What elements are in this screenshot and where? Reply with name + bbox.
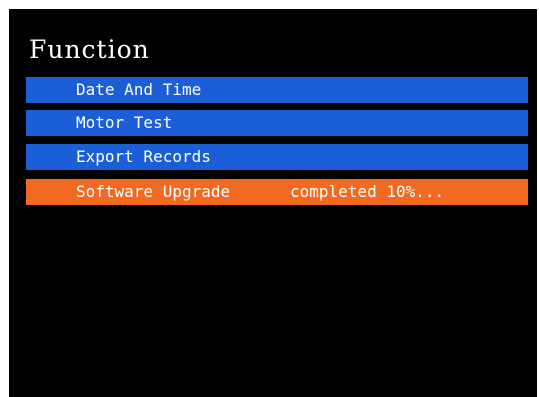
menu-item-label: Motor Test <box>76 113 173 132</box>
menu-item-label: Export Records <box>76 147 211 166</box>
screen-title: Function <box>29 35 150 64</box>
menu-item-label: Date And Time <box>76 80 202 99</box>
menu-item-export-records[interactable]: Export Records <box>26 144 528 170</box>
menu-item-label: Software Upgrade <box>76 182 231 201</box>
menu-item-motor-test[interactable]: Motor Test <box>26 110 528 136</box>
device-screen: Function Date And Time Motor Test Export… <box>9 9 537 397</box>
upgrade-progress-status: completed 10%... <box>290 182 445 201</box>
menu-item-date-and-time[interactable]: Date And Time <box>26 77 528 103</box>
menu-item-software-upgrade[interactable]: Software Upgrade completed 10%... <box>26 179 528 205</box>
